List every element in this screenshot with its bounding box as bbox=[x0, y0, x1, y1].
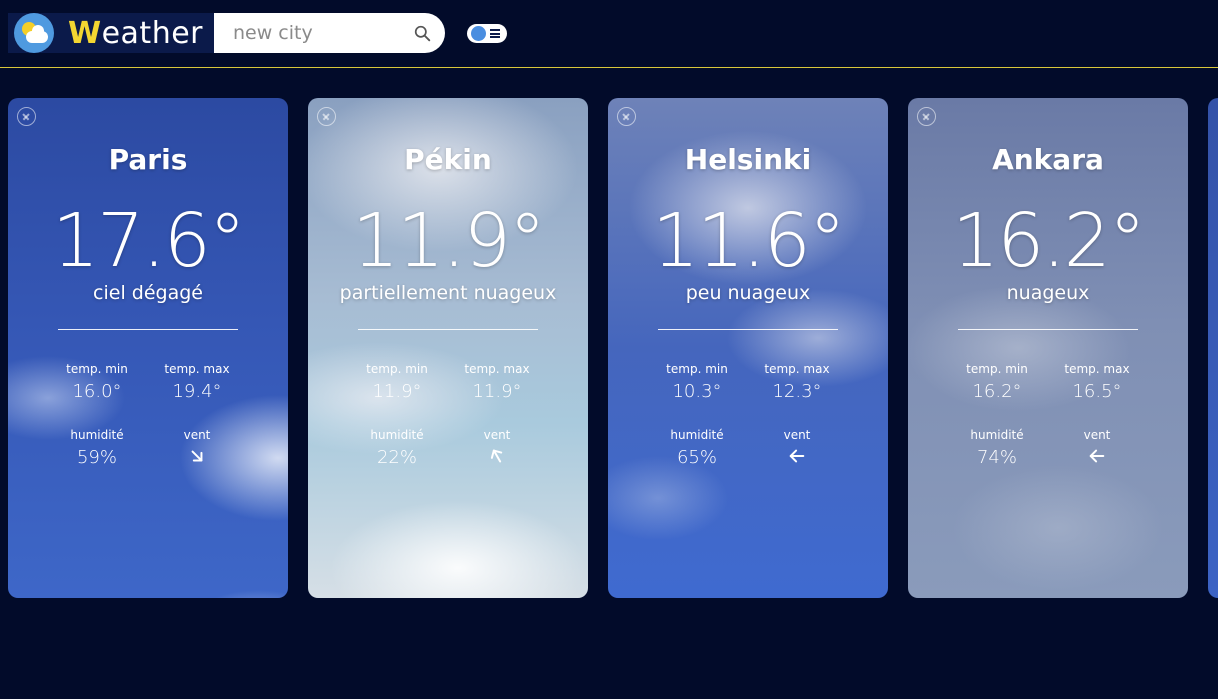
temp-max-label: temp. max bbox=[764, 362, 830, 376]
app-title-initial: W bbox=[68, 15, 102, 51]
humidity-stat: humidité 22% bbox=[347, 428, 447, 468]
temp-min-value: 10.3° bbox=[672, 381, 722, 402]
wind-label: vent bbox=[783, 428, 811, 442]
temp-min-value: 16.2° bbox=[972, 381, 1022, 402]
humidity-label: humidité bbox=[970, 428, 1024, 442]
humidity-stat: humidité 65% bbox=[647, 428, 747, 468]
temp-max-stat: temp. max 12.3° bbox=[747, 362, 847, 402]
wind-label: vent bbox=[183, 428, 211, 442]
temp-max-value: 11.9° bbox=[472, 381, 522, 402]
weather-card: Paris 17.6° ciel dégagé temp. min 16.0° t… bbox=[8, 98, 288, 598]
temp-max-value: 19.4° bbox=[172, 381, 222, 402]
temp-min-value: 16.0° bbox=[72, 381, 122, 402]
humidity-label: humidité bbox=[70, 428, 124, 442]
temp-max-label: temp. max bbox=[1064, 362, 1130, 376]
city-search-input[interactable] bbox=[214, 22, 404, 44]
temp-min-stat: temp. min 11.9° bbox=[347, 362, 447, 402]
weather-description: peu nuageux bbox=[685, 282, 811, 304]
current-temperature: 16.2° bbox=[952, 198, 1146, 284]
temp-min-stat: temp. min 10.3° bbox=[647, 362, 747, 402]
current-temperature: 11.9° bbox=[352, 198, 546, 284]
temp-min-stat: temp. min 16.0° bbox=[47, 362, 147, 402]
weather-card: Pékin 11.9° partiellement nuageux temp. … bbox=[308, 98, 588, 598]
temp-min-stat: temp. min 16.2° bbox=[947, 362, 1047, 402]
temp-min-label: temp. min bbox=[366, 362, 428, 376]
wind-direction-arrow-icon bbox=[490, 449, 503, 463]
brand: Weather bbox=[8, 13, 214, 53]
app-title: Weather bbox=[68, 16, 203, 51]
wind-direction-arrow-icon bbox=[1089, 449, 1105, 463]
weather-description: ciel dégagé bbox=[93, 282, 203, 304]
weather-card: Ankara 16.2° nuageux temp. min 16.2° temp… bbox=[908, 98, 1188, 598]
temp-max-stat: temp. max 16.5° bbox=[1047, 362, 1147, 402]
divider bbox=[58, 329, 238, 330]
temp-max-label: temp. max bbox=[164, 362, 230, 376]
wind-stat: vent bbox=[447, 428, 547, 469]
humidity-label: humidité bbox=[670, 428, 724, 442]
temp-min-label: temp. min bbox=[66, 362, 128, 376]
wind-stat: vent bbox=[747, 428, 847, 469]
weather-description: partiellement nuageux bbox=[339, 282, 557, 304]
humidity-value: 22% bbox=[376, 447, 417, 468]
app-title-rest: eather bbox=[101, 15, 204, 51]
temp-max-stat: temp. max 11.9° bbox=[447, 362, 547, 402]
divider bbox=[358, 329, 538, 330]
weather-card-partial bbox=[1208, 98, 1218, 598]
wind-direction-arrow-icon bbox=[789, 449, 805, 463]
divider bbox=[958, 329, 1138, 330]
divider bbox=[658, 329, 838, 330]
weather-logo-icon bbox=[14, 13, 54, 53]
search-box bbox=[214, 13, 445, 53]
menu-icon bbox=[490, 29, 500, 38]
toggle-knob bbox=[471, 26, 486, 41]
close-card-button[interactable] bbox=[917, 107, 936, 126]
wind-stat: vent bbox=[1047, 428, 1147, 469]
current-temperature: 17.6° bbox=[52, 198, 246, 284]
humidity-stat: humidité 74% bbox=[947, 428, 1047, 468]
temp-min-label: temp. min bbox=[666, 362, 728, 376]
close-card-button[interactable] bbox=[17, 107, 36, 126]
city-name: Ankara bbox=[992, 143, 1104, 176]
wind-stat: vent bbox=[147, 428, 247, 469]
humidity-stat: humidité 59% bbox=[47, 428, 147, 468]
temp-max-label: temp. max bbox=[464, 362, 530, 376]
humidity-value: 65% bbox=[676, 447, 717, 468]
humidity-value: 59% bbox=[76, 447, 117, 468]
wind-label: vent bbox=[483, 428, 511, 442]
wind-direction-arrow-icon bbox=[191, 450, 203, 462]
temp-max-value: 16.5° bbox=[1072, 381, 1122, 402]
weather-description: nuageux bbox=[1006, 282, 1090, 304]
humidity-value: 74% bbox=[976, 447, 1017, 468]
close-card-button[interactable] bbox=[617, 107, 636, 126]
city-name: Paris bbox=[108, 143, 188, 176]
current-temperature: 11.6° bbox=[652, 198, 846, 284]
search-icon[interactable] bbox=[414, 25, 431, 42]
temp-max-value: 12.3° bbox=[772, 381, 822, 402]
app-header: Weather bbox=[0, 0, 1218, 68]
humidity-label: humidité bbox=[370, 428, 424, 442]
close-card-button[interactable] bbox=[317, 107, 336, 126]
city-name: Helsinki bbox=[684, 143, 812, 176]
temp-min-label: temp. min bbox=[966, 362, 1028, 376]
theme-toggle[interactable] bbox=[467, 24, 507, 43]
wind-label: vent bbox=[1083, 428, 1111, 442]
temp-min-value: 11.9° bbox=[372, 381, 422, 402]
weather-card: Helsinki 11.6° peu nuageux temp. min 10.3… bbox=[608, 98, 888, 598]
temp-max-stat: temp. max 19.4° bbox=[147, 362, 247, 402]
city-name: Pékin bbox=[404, 143, 492, 176]
